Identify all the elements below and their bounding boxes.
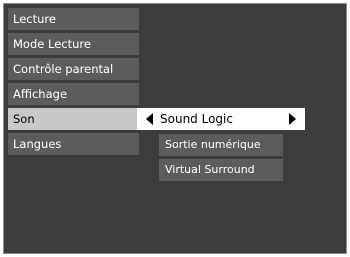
menu-item-langues[interactable]: Langues [8, 133, 139, 155]
menu-item-son[interactable]: Son [8, 108, 139, 130]
sound-option-selector[interactable]: Sound Logic [137, 108, 305, 130]
submenu-item-virtual-surround[interactable]: Virtual Surround [159, 159, 283, 181]
menu-item-affichage[interactable]: Affichage [8, 83, 139, 105]
menu-item-lecture[interactable]: Lecture [8, 8, 139, 30]
osd-menu-screen: Lecture Mode Lecture Contrôle parental A… [3, 3, 347, 254]
menu-item-controle-parental[interactable]: Contrôle parental [8, 58, 139, 80]
triangle-left-icon[interactable] [146, 113, 153, 125]
submenu-item-sortie-numerique[interactable]: Sortie numérique [159, 134, 283, 156]
menu-item-mode-lecture[interactable]: Mode Lecture [8, 33, 139, 55]
triangle-right-icon[interactable] [289, 113, 296, 125]
sound-option-value: Sound Logic [160, 112, 233, 126]
